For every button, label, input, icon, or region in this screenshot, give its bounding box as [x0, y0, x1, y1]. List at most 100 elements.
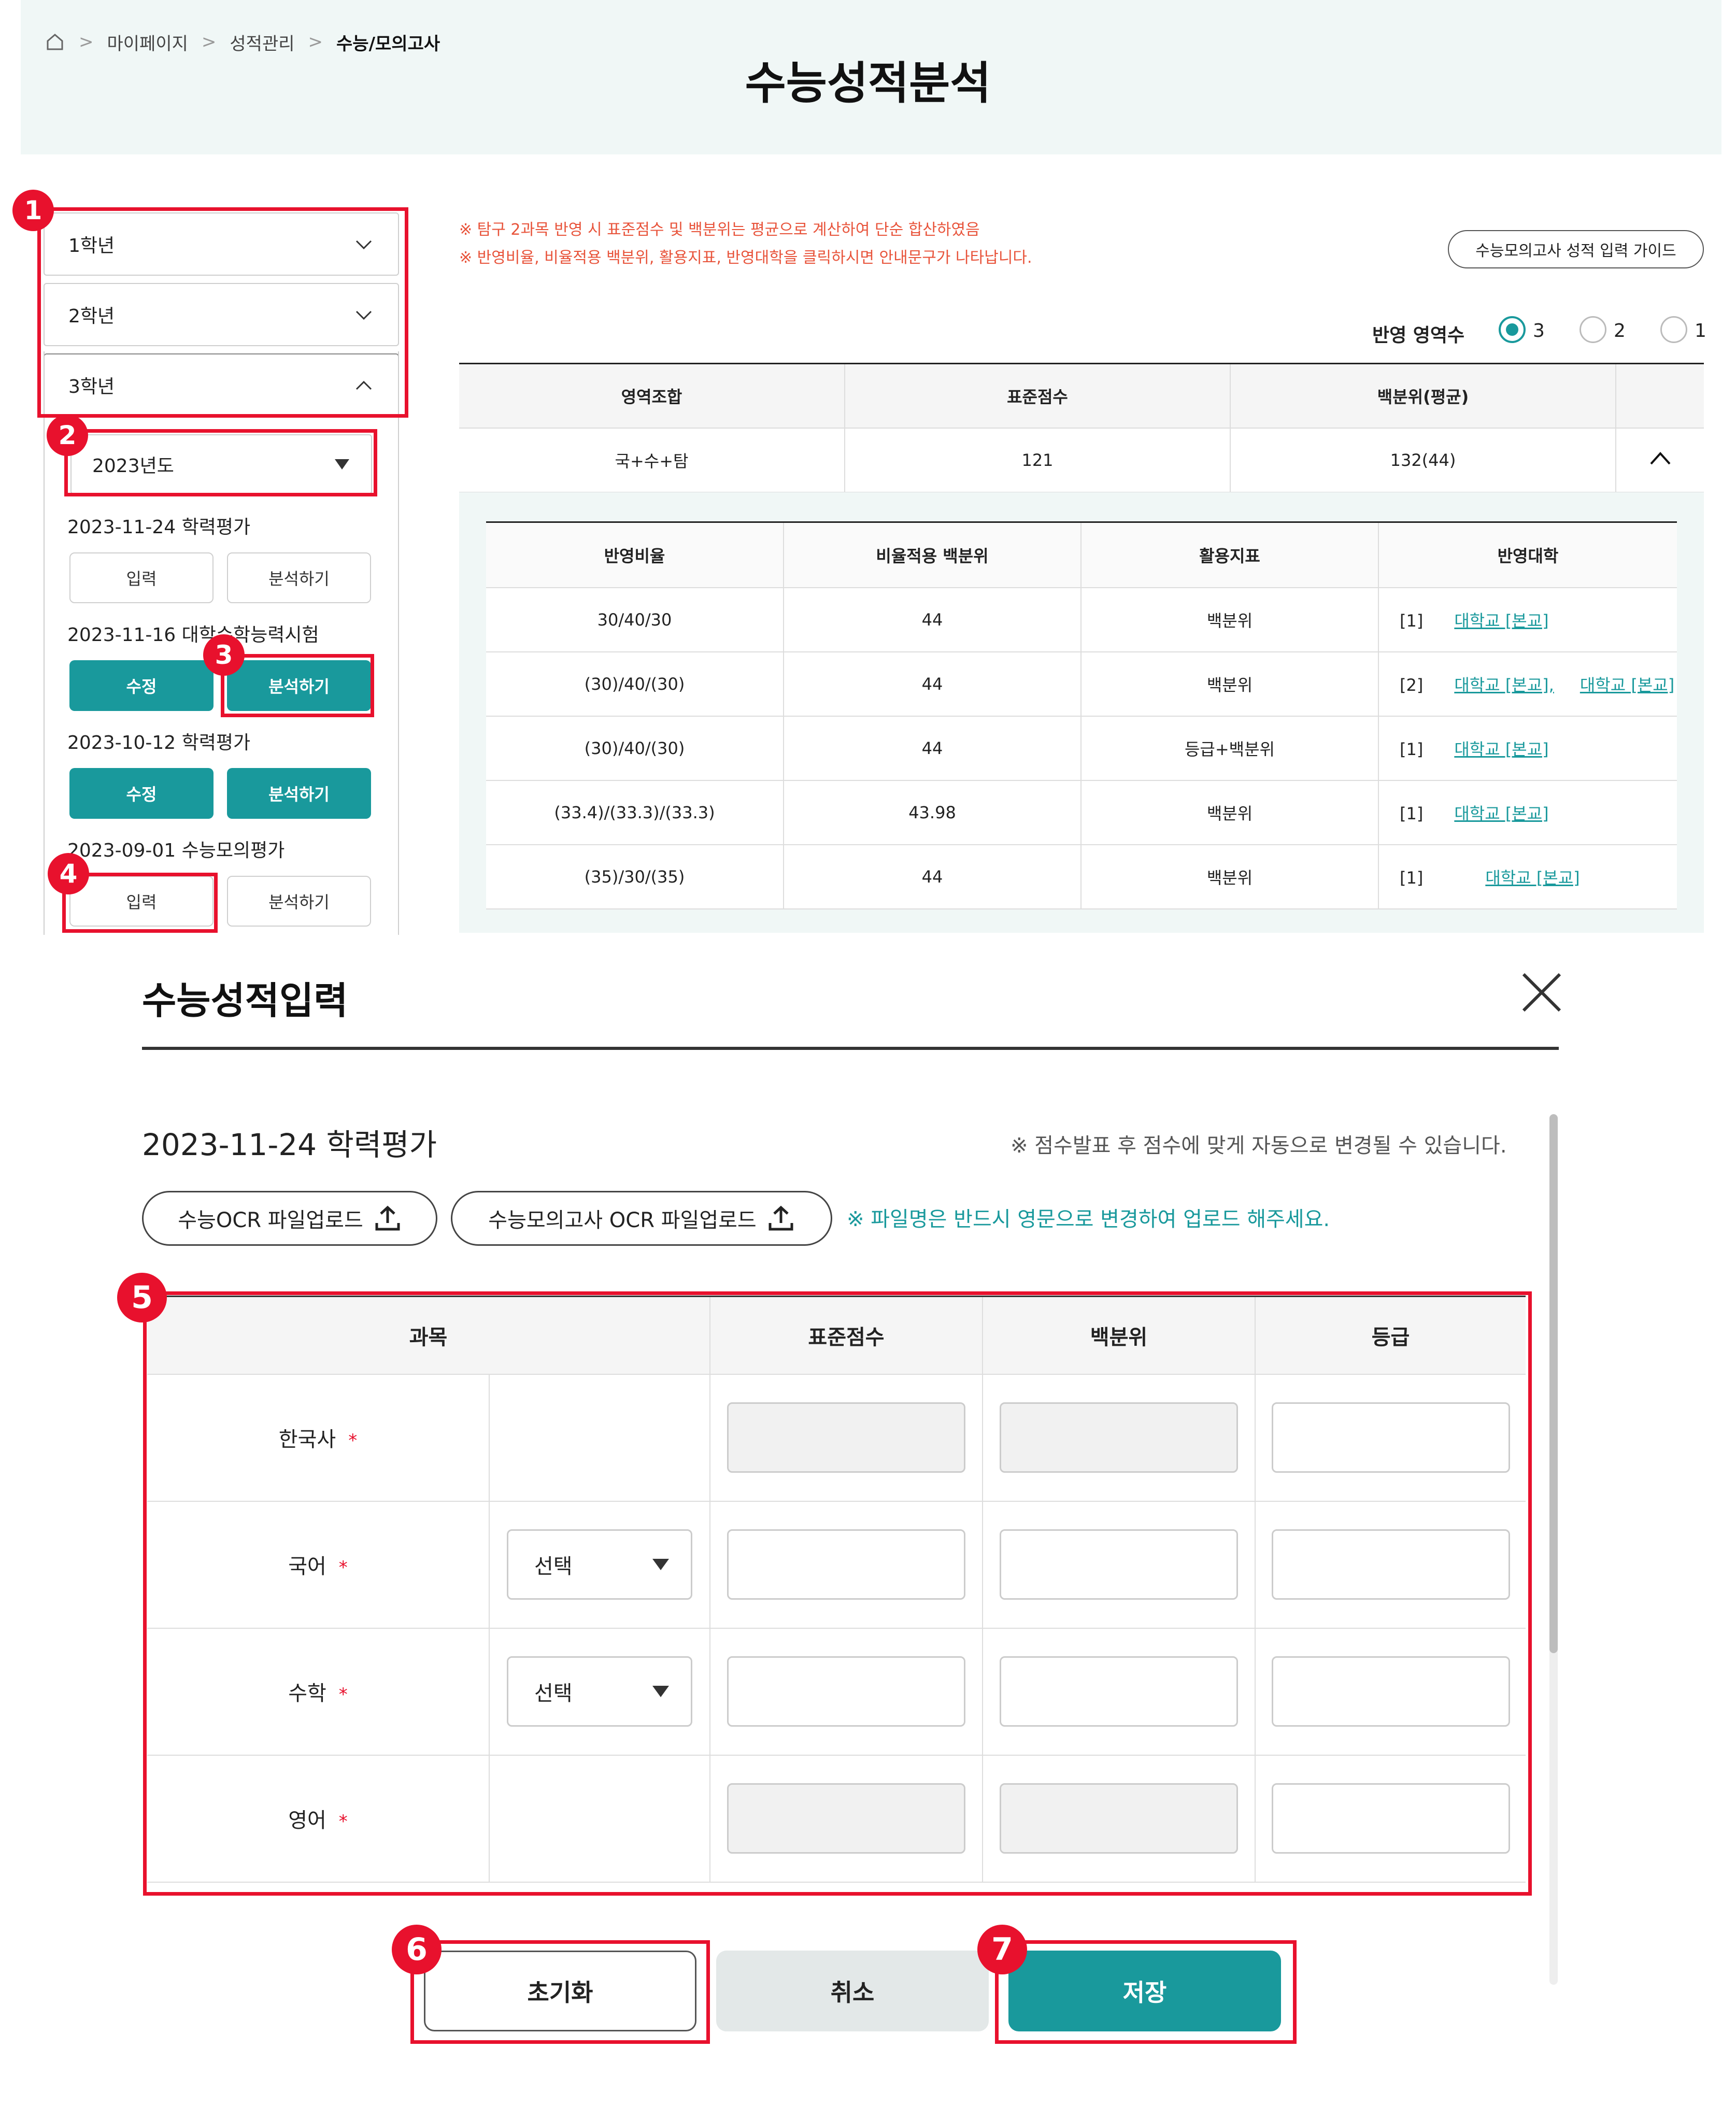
radio-group-label: 반영 영역수 — [1372, 325, 1465, 346]
analyze-button[interactable]: 분석하기 — [227, 876, 371, 927]
exam-title: 2023-11-24 학력평가 — [67, 517, 251, 538]
radio-label: 1 — [1695, 320, 1706, 342]
analyze-button[interactable]: 분석하기 — [227, 552, 371, 603]
table-row: (33.4)/(33.3)/(33.3) 43.98 백분위 [1] 대학교 [본… — [486, 780, 1677, 845]
analyze-button[interactable]: 분석하기 — [227, 768, 371, 819]
index-cell[interactable]: 백분위 — [1081, 844, 1379, 909]
university-cell: [1] 대학교 [본교] — [1378, 587, 1677, 652]
university-link[interactable]: 대학교 [본교] — [1454, 611, 1548, 631]
index-cell[interactable]: 백분위 — [1081, 587, 1379, 652]
column-header[interactable]: 반영대학 — [1378, 521, 1677, 588]
column-header: 표준점수 — [845, 363, 1231, 429]
percentile-cell[interactable]: 44 — [784, 587, 1082, 652]
step-badge-6: 6 — [392, 1925, 442, 1974]
university-link[interactable]: 대학교 [본교] — [1580, 675, 1674, 695]
university-cell: [1] 대학교 [본교] — [1378, 716, 1677, 781]
collapse-toggle[interactable] — [1616, 428, 1704, 493]
table-row[interactable]: 국+수+탐 121 132(44) — [459, 428, 1704, 493]
university-count: [1] — [1400, 610, 1424, 631]
index-cell[interactable]: 등급+백분위 — [1081, 716, 1379, 781]
university-link[interactable]: 대학교 [본교] — [1454, 804, 1548, 823]
section-divider — [0, 935, 1736, 956]
radio-label: 2 — [1614, 320, 1626, 342]
note-line: ※ 반영비율, 비율적용 백분위, 활용지표, 반영대학을 클릭하시면 안내문구… — [459, 249, 1032, 267]
close-icon[interactable] — [1519, 970, 1564, 1015]
highlight-box-6 — [410, 1940, 710, 2044]
table-row: (30)/40/(30) 44 등급+백분위 [1] 대학교 [본교] — [486, 716, 1677, 781]
university-cell: [1] 대학교 [본교] — [1378, 844, 1677, 909]
column-header[interactable]: 비율적용 백분위 — [784, 521, 1082, 588]
university-cell: [1] 대학교 [본교] — [1378, 780, 1677, 845]
modal-scrollbar[interactable] — [1549, 1114, 1558, 1985]
upload-label: 수능OCR 파일업로드 — [178, 1208, 363, 1232]
table-cell: 121 — [845, 428, 1231, 493]
index-cell[interactable]: 백분위 — [1081, 651, 1379, 717]
input-button[interactable]: 입력 — [69, 552, 214, 603]
radio-option-2[interactable] — [1580, 316, 1606, 343]
upload-icon — [769, 1205, 793, 1231]
ratio-cell[interactable]: 30/40/30 — [486, 587, 784, 652]
modal-title: 수능성적입력 — [142, 979, 348, 1022]
upload-note: ※ 파일명은 반드시 영문으로 변경하여 업로드 해주세요. — [847, 1207, 1330, 1231]
index-cell[interactable]: 백분위 — [1081, 780, 1379, 845]
input-guide-button[interactable]: 수능모의고사 성적 입력 가이드 — [1448, 230, 1704, 268]
step-badge-1: 1 — [12, 190, 54, 231]
university-count: [1] — [1400, 867, 1424, 888]
table-row: (35)/30/(35) 44 백분위 [1] 대학교 [본교] — [486, 844, 1677, 909]
note-line: ※ 탐구 2과목 반영 시 표준점수 및 백분위는 평균으로 계산하여 단순 합… — [459, 221, 980, 239]
ratio-cell[interactable]: (30)/40/(30) — [486, 651, 784, 717]
highlight-box-3 — [221, 654, 374, 717]
exam-title: 2023-10-12 학력평가 — [67, 732, 251, 753]
step-badge-7: 7 — [977, 1925, 1027, 1974]
edit-button[interactable]: 수정 — [69, 768, 214, 819]
ratio-cell[interactable]: (33.4)/(33.3)/(33.3) — [486, 780, 784, 845]
university-link[interactable]: 대학교 [본교] — [1485, 868, 1580, 888]
exam-title: 2023-11-16 대학수학능력시험 — [67, 624, 319, 646]
mock-ocr-upload-button[interactable]: 수능모의고사 OCR 파일업로드 — [451, 1191, 832, 1246]
radio-label: 3 — [1533, 320, 1545, 342]
table-row: (30)/40/(30) 44 백분위 [2] 대학교 [본교], 대학교 [본교] — [486, 651, 1677, 717]
cancel-button[interactable]: 취소 — [716, 1951, 989, 2031]
column-header: 영역조합 — [459, 363, 845, 429]
highlight-box-2 — [64, 429, 377, 496]
university-cell: [2] 대학교 [본교], 대학교 [본교] — [1378, 651, 1677, 717]
ratio-cell[interactable]: (35)/30/(35) — [486, 844, 784, 909]
highlight-box-5 — [143, 1291, 1532, 1896]
university-link[interactable]: 대학교 [본교], — [1454, 675, 1554, 695]
upload-icon — [375, 1205, 400, 1231]
chevron-up-icon — [1650, 451, 1670, 464]
ocr-upload-button[interactable]: 수능OCR 파일업로드 — [142, 1191, 437, 1246]
upload-label: 수능모의고사 OCR 파일업로드 — [488, 1208, 757, 1232]
percentile-cell[interactable]: 43.98 — [784, 780, 1082, 845]
edit-button[interactable]: 수정 — [69, 660, 214, 711]
step-badge-5: 5 — [117, 1273, 167, 1322]
page-title: 수능성적분석 — [745, 58, 991, 109]
radio-option-1[interactable] — [1660, 316, 1687, 343]
step-badge-4: 4 — [48, 853, 89, 894]
modal-divider — [142, 1047, 1559, 1050]
column-header: 백분위(평균) — [1230, 363, 1616, 429]
column-header[interactable]: 반영비율 — [486, 521, 784, 588]
table-cell: 132(44) — [1230, 428, 1616, 493]
step-badge-2: 2 — [47, 415, 88, 456]
table-row: 30/40/30 44 백분위 [1] 대학교 [본교] — [486, 587, 1677, 652]
university-link[interactable]: 대학교 [본교] — [1454, 739, 1548, 759]
university-count: [2] — [1400, 675, 1424, 695]
summary-table: 영역조합 표준점수 백분위(평균) 국+수+탐 121 132(44) — [459, 363, 1704, 493]
highlight-box-1 — [37, 207, 408, 418]
university-count: [1] — [1400, 803, 1424, 823]
detail-table: 반영비율 비율적용 백분위 활용지표 반영대학 30/40/30 44 백분위 … — [486, 521, 1677, 909]
modal-note: ※ 점수발표 후 점수에 맞게 자동으로 변경될 수 있습니다. — [1011, 1134, 1507, 1158]
university-count: [1] — [1400, 739, 1424, 759]
percentile-cell[interactable]: 44 — [784, 716, 1082, 781]
highlight-box-7 — [995, 1940, 1297, 2044]
exam-title: 2023-09-01 수능모의평가 — [67, 840, 285, 861]
column-header[interactable]: 활용지표 — [1081, 521, 1379, 588]
radio-option-3[interactable] — [1499, 316, 1526, 343]
ratio-cell[interactable]: (30)/40/(30) — [486, 716, 784, 781]
modal-exam-title: 2023-11-24 학력평가 — [142, 1127, 437, 1162]
table-cell: 국+수+탐 — [459, 428, 845, 493]
column-header-empty — [1616, 363, 1704, 429]
percentile-cell[interactable]: 44 — [784, 651, 1082, 717]
percentile-cell[interactable]: 44 — [784, 844, 1082, 909]
